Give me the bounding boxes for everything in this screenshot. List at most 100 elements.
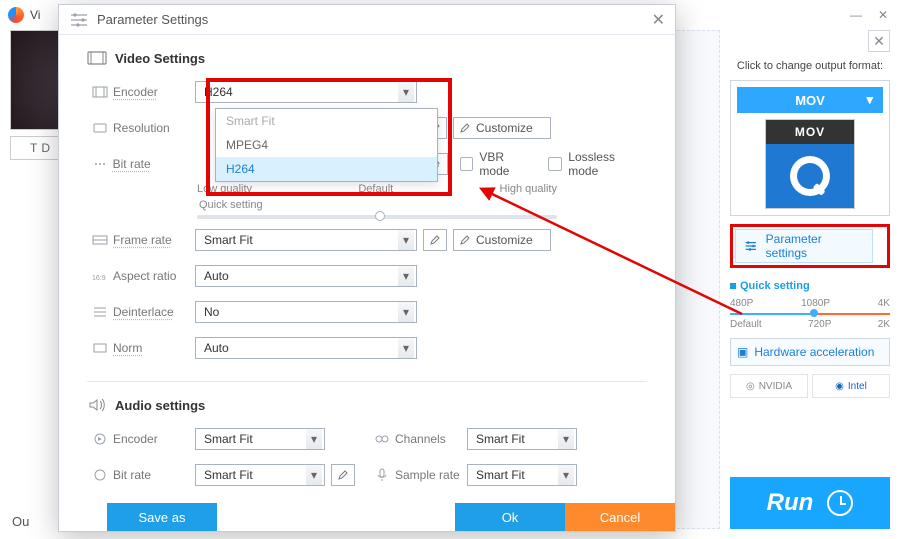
bitrate-label: Bit rate xyxy=(113,157,194,171)
panel-close-button[interactable]: ✕ xyxy=(868,30,890,52)
deinterlace-label: Deinterlace xyxy=(113,305,195,319)
dialog-title: Parameter Settings xyxy=(97,12,208,27)
chevron-down-icon: ▾ xyxy=(398,230,414,250)
quick-setting-label: Quick setting xyxy=(199,199,647,211)
row-norm: Norm Auto▾ xyxy=(87,333,647,363)
save-as-button[interactable]: Save as xyxy=(107,503,217,531)
video-settings-header: Video Settings xyxy=(87,49,647,67)
bitrate-slider-block: Low quality Default High quality Quick s… xyxy=(197,183,647,219)
dialog-close-button[interactable]: ✕ xyxy=(652,10,665,30)
bitrate-slider[interactable] xyxy=(197,215,557,219)
vbr-checkbox[interactable]: VBR mode xyxy=(460,150,537,178)
speaker-icon xyxy=(87,396,107,414)
intel-icon: ◉ xyxy=(835,381,844,392)
norm-label: Norm xyxy=(113,341,195,355)
audio-bitrate-combo[interactable]: Smart Fit▾ xyxy=(195,464,325,486)
framerate-label: Frame rate xyxy=(113,233,195,247)
deinterlace-combo[interactable]: No▾ xyxy=(195,301,417,323)
chevron-down-icon: ▾ xyxy=(306,465,322,485)
chevron-down-icon: ▾ xyxy=(866,92,873,108)
audio-encoder-label: Encoder xyxy=(113,432,195,446)
film-icon xyxy=(87,49,107,67)
slider-knob[interactable] xyxy=(810,309,818,317)
audio-encoder-icon xyxy=(87,431,113,447)
app-logo-icon xyxy=(8,7,24,23)
alarm-icon xyxy=(827,490,853,516)
chevron-down-icon: ▾ xyxy=(558,429,574,449)
close-icon[interactable]: ✕ xyxy=(878,8,888,22)
text-icon: T xyxy=(30,141,37,155)
lossless-checkbox[interactable]: Lossless mode xyxy=(548,150,647,178)
vendor-row: ◎NVIDIA ◉Intel xyxy=(730,374,890,398)
framerate-icon xyxy=(87,232,113,248)
norm-combo[interactable]: Auto▾ xyxy=(195,337,417,359)
chevron-down-icon: ▾ xyxy=(398,82,414,102)
bitrate-knob[interactable] xyxy=(375,211,385,221)
norm-icon xyxy=(87,340,113,356)
audio-bitrate-edit-button[interactable] xyxy=(331,464,355,486)
samplerate-combo[interactable]: Smart Fit▾ xyxy=(467,464,577,486)
framerate-combo[interactable]: Smart Fit▾ xyxy=(195,229,417,251)
aspect-combo[interactable]: Auto▾ xyxy=(195,265,417,287)
resolution-icon xyxy=(87,120,113,136)
row-volume: Volume 100% xyxy=(87,496,647,503)
chip-icon: ▣ xyxy=(737,345,748,359)
encoder-option-mpeg4[interactable]: MPEG4 xyxy=(216,133,437,157)
samplerate-icon xyxy=(369,467,395,483)
channels-combo[interactable]: Smart Fit▾ xyxy=(467,428,577,450)
framerate-customize-button[interactable]: Customize xyxy=(453,229,551,251)
output-format-card[interactable]: MOV ▾ MOV xyxy=(730,80,890,216)
dialog-footer: Save as Ok Cancel xyxy=(59,503,675,531)
audio-bitrate-label: Bit rate xyxy=(113,468,195,482)
quick-scale-top: 480P1080P4K xyxy=(730,298,890,309)
samplerate-label: Sample rate xyxy=(395,468,467,482)
quick-slider[interactable] xyxy=(730,313,890,315)
audio-settings-header: Audio settings xyxy=(87,396,647,414)
encoder-option-h264[interactable]: H264 xyxy=(216,157,437,181)
audio-bitrate-icon xyxy=(87,467,113,483)
parameter-settings-button[interactable]: Parameter settings xyxy=(735,229,873,263)
chevron-down-icon: ▾ xyxy=(558,465,574,485)
encoder-option-smartfit[interactable]: Smart Fit xyxy=(216,109,437,133)
vendor-intel[interactable]: ◉Intel xyxy=(812,374,890,398)
channels-icon xyxy=(369,431,395,447)
minimize-icon[interactable]: — xyxy=(850,8,862,22)
pencil-icon xyxy=(460,123,470,133)
run-button[interactable]: Run xyxy=(730,477,890,529)
row-framerate: Frame rate Smart Fit▾ Customize xyxy=(87,225,647,255)
chevron-down-icon: ▾ xyxy=(306,429,322,449)
row-deinterlace: Deinterlace No▾ xyxy=(87,297,647,327)
audio-encoder-combo[interactable]: Smart Fit▾ xyxy=(195,428,325,450)
bitrate-icon xyxy=(87,156,113,172)
output-folder-label: Ou xyxy=(12,514,29,529)
row-aspect: 16:9 Aspect ratio Auto▾ xyxy=(87,261,647,291)
nvidia-icon: ◎ xyxy=(746,381,755,392)
parameter-settings-dialog: Parameter Settings ✕ Video Settings Enco… xyxy=(58,4,676,532)
framerate-edit-button[interactable] xyxy=(423,229,447,251)
channels-label: Channels xyxy=(395,432,467,446)
chevron-down-icon: ▾ xyxy=(398,302,414,322)
row-encoder: Encoder H264 ▾ xyxy=(87,77,647,107)
cancel-button[interactable]: Cancel xyxy=(565,503,675,531)
hardware-acceleration-button[interactable]: ▣ Hardware acceleration xyxy=(730,338,890,366)
deinterlace-icon xyxy=(87,304,113,320)
encoder-icon xyxy=(87,84,113,100)
aspect-icon: 16:9 xyxy=(87,268,113,284)
quick-setting-block: Quick setting 480P1080P4K Default720P2K xyxy=(730,276,890,330)
encoder-combo[interactable]: H264 ▾ xyxy=(195,81,417,103)
section-divider xyxy=(87,381,647,382)
encoder-dropdown[interactable]: Smart Fit MPEG4 H264 xyxy=(215,108,438,182)
ok-button[interactable]: Ok xyxy=(455,503,565,531)
sliders-icon xyxy=(744,239,758,253)
vendor-nvidia[interactable]: ◎NVIDIA xyxy=(730,374,808,398)
app-title: Vi xyxy=(30,8,40,22)
mov-icon: MOV xyxy=(765,119,855,209)
chevron-down-icon: ▾ xyxy=(398,338,414,358)
quick-setting-title: Quick setting xyxy=(730,280,890,292)
right-panel: ✕ Click to change output format: MOV ▾ M… xyxy=(730,30,890,529)
resolution-customize-button[interactable]: Customize xyxy=(453,117,551,139)
format-header[interactable]: MOV ▾ xyxy=(737,87,883,113)
parameter-settings-highlight: Parameter settings xyxy=(730,224,890,268)
row-audio-encoder: Encoder Smart Fit▾ Channels Smart Fit▾ xyxy=(87,424,647,454)
quicktime-icon xyxy=(766,144,854,208)
